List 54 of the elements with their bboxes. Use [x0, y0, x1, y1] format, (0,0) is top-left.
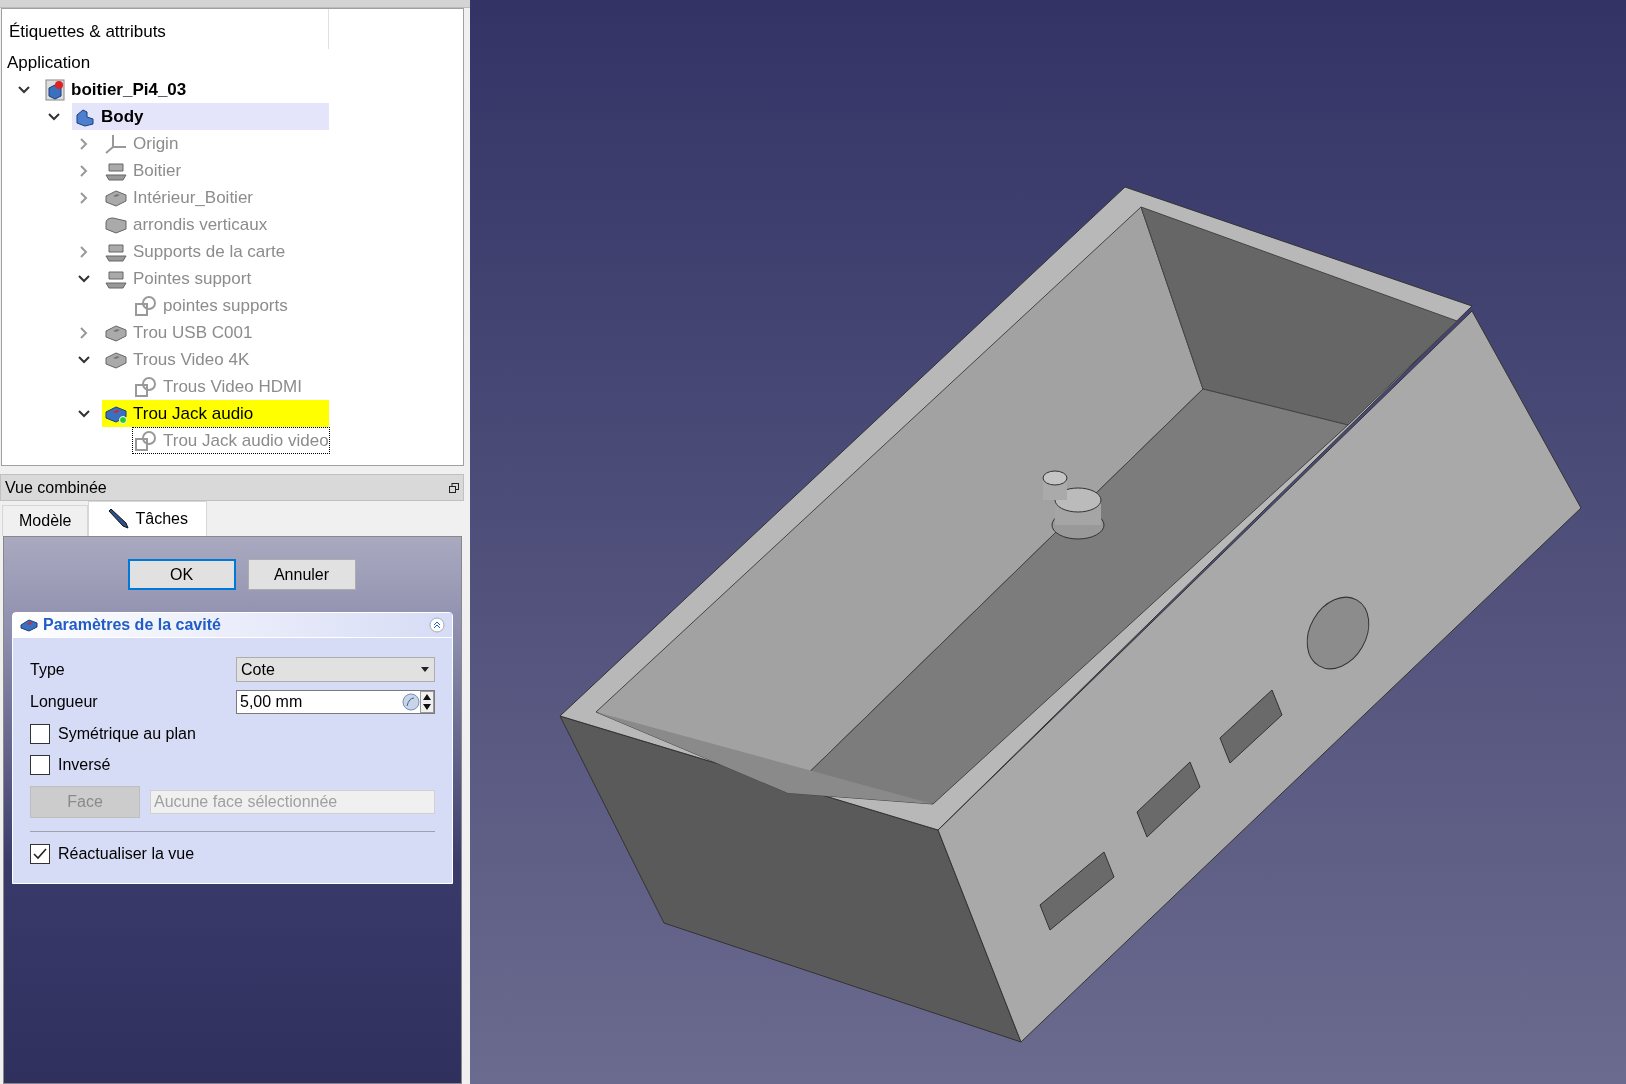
pocket-icon	[20, 618, 38, 632]
dialog-button[interactable]: Annuler	[247, 559, 356, 590]
sketch-icon	[135, 294, 157, 317]
group-title: Paramètres de la cavité	[43, 615, 221, 635]
field-label: Type	[30, 659, 66, 680]
dialog-button[interactable]: OK	[127, 559, 236, 590]
pad-icon	[105, 160, 127, 181]
tab[interactable]: Tâches	[88, 501, 207, 536]
axes-icon	[105, 133, 127, 154]
tree-item[interactable]: Intérieur_Boitier	[102, 184, 254, 211]
checkbox-label: Inversé	[58, 754, 111, 775]
formula-icon[interactable]	[402, 692, 420, 711]
tree-item[interactable]: Supports de la carte	[102, 238, 287, 265]
collapse-icon[interactable]	[429, 617, 445, 633]
column-header[interactable]: Étiquettes & attributs	[2, 9, 329, 49]
sketch-icon	[135, 429, 157, 452]
tree-item[interactable]: Body	[72, 103, 329, 130]
pocket-icon	[105, 187, 127, 208]
tree-item[interactable]: Trous Video 4K	[102, 346, 251, 373]
checkbox[interactable]	[30, 754, 50, 775]
tree-item[interactable]: Trous Video HDMI	[132, 373, 303, 400]
checkbox-label: Symétrique au plan	[58, 723, 196, 744]
pocket-icon	[105, 403, 127, 424]
pocket-icon	[105, 349, 127, 370]
checkbox[interactable]	[30, 723, 50, 744]
panel-title: Vue combinée	[5, 477, 107, 498]
tree-item[interactable]: Trou Jack audio	[102, 400, 329, 427]
tree-item[interactable]: Trou Jack audio video	[132, 427, 330, 454]
tree-item[interactable]: Boitier	[102, 157, 183, 184]
type-dropdown[interactable]: Cote	[236, 657, 435, 682]
checkmark-icon	[33, 847, 47, 860]
float-window-icon[interactable]	[449, 482, 459, 493]
spin-arrows-icon[interactable]	[420, 690, 434, 713]
length-spinbox[interactable]: 5,00 mm	[236, 689, 435, 714]
dropdown-arrow-icon	[420, 666, 430, 673]
tree-item[interactable]: boitier_Pi4_03	[42, 76, 188, 103]
checkbox-label: Réactualiser la vue	[58, 843, 195, 864]
fillet-icon	[105, 214, 127, 235]
tab[interactable]: Modèle	[2, 505, 89, 536]
tree-item[interactable]: arrondis verticaux	[102, 211, 269, 238]
pad-icon	[105, 268, 127, 289]
sketch-icon	[135, 375, 157, 398]
tree-item[interactable]: Pointes support	[102, 265, 253, 292]
pencil-icon	[107, 509, 130, 529]
tree-item[interactable]: pointes supports	[132, 292, 289, 319]
tree-item[interactable]: Origin	[102, 130, 180, 157]
checkbox[interactable]	[30, 843, 50, 864]
pad-icon	[105, 241, 127, 262]
3d-viewport[interactable]	[470, 0, 1626, 1084]
document-icon	[45, 78, 65, 101]
tree-root-label: Application	[6, 51, 92, 74]
field-label: Longueur	[30, 691, 99, 712]
tree-item[interactable]: Trou USB C001	[102, 319, 254, 346]
pocket-icon	[105, 322, 127, 343]
